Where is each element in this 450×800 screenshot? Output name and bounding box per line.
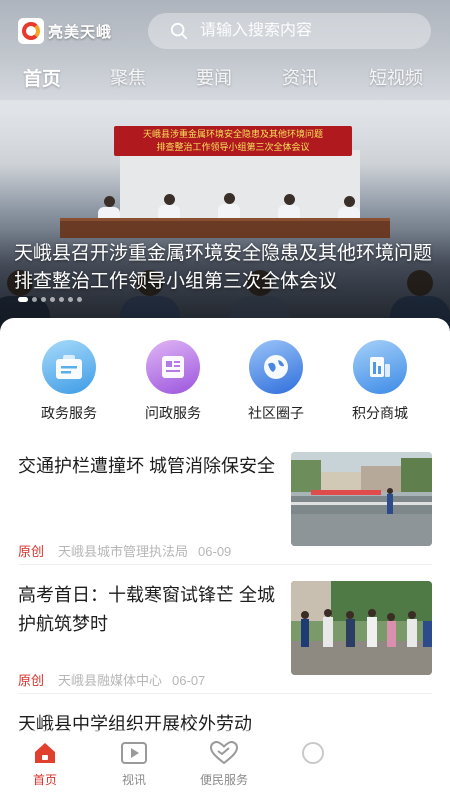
- news-item[interactable]: 交通护栏遭撞坏 城管消除保安全 原创 天峨县城市管理执法局 06-09: [18, 452, 432, 562]
- service-grid: 政务服务 问政服务 社区圈子 积分商城: [0, 340, 450, 423]
- service-label: 问政服务: [145, 405, 201, 421]
- original-tag: 原创: [18, 544, 45, 559]
- original-tag: 原创: [18, 673, 45, 688]
- logo-icon: [18, 18, 44, 44]
- meeting-banner-line2: 排查整治工作领导小组第三次全体会议: [156, 142, 310, 152]
- convenience-heart-icon: [209, 740, 239, 765]
- nav-label: 便民服务: [199, 773, 248, 787]
- news-title: 交通护栏遭撞坏 城管消除保安全: [18, 456, 275, 476]
- nav-video[interactable]: 视讯: [89, 738, 179, 788]
- nav-home[interactable]: 首页: [0, 738, 90, 788]
- service-inquiry[interactable]: 问政服务: [123, 340, 223, 423]
- news-date: 06-07: [172, 673, 206, 688]
- carousel-dot[interactable]: [77, 297, 82, 302]
- news-source: 天峨县城市管理执法局: [58, 544, 189, 559]
- inquiry-service-icon: [146, 340, 200, 394]
- news-thumbnail: [291, 581, 432, 675]
- points-mall-icon: [353, 340, 407, 394]
- more-icon: [302, 742, 324, 764]
- news-source: 天峨县融媒体中心: [58, 673, 163, 688]
- tab-news[interactable]: 资讯: [282, 64, 318, 90]
- service-label: 社区圈子: [248, 405, 304, 421]
- service-points-mall[interactable]: 积分商城: [330, 340, 430, 423]
- home-icon: [35, 743, 55, 763]
- video-icon: [121, 742, 147, 764]
- carousel-dot[interactable]: [32, 297, 37, 302]
- hero-headline[interactable]: 天峨县召开涉重金属环境安全隐患及其他环境问题排查整治工作领导小组第三次全体会议: [14, 240, 434, 296]
- search-input[interactable]: [200, 22, 420, 40]
- nav-more[interactable]: [268, 738, 358, 771]
- search-icon: [170, 22, 188, 40]
- app-logo[interactable]: 亮美天峨: [18, 18, 123, 44]
- attendee-figure: [278, 194, 300, 220]
- search-bar[interactable]: [148, 13, 431, 49]
- attendee-figure: [158, 194, 180, 220]
- tab-headlines[interactable]: 要闻: [196, 64, 232, 90]
- government-service-icon: [42, 340, 96, 394]
- tab-focus[interactable]: 聚焦: [110, 64, 146, 90]
- service-label: 政务服务: [41, 405, 97, 421]
- carousel-dot[interactable]: [50, 297, 55, 302]
- attendee-figure: [218, 193, 240, 219]
- news-date: 06-09: [198, 544, 232, 559]
- service-community[interactable]: 社区圈子: [226, 340, 326, 423]
- nav-label: 首页: [32, 773, 57, 787]
- tab-short-video[interactable]: 短视频: [369, 64, 423, 90]
- logo-text: 亮美天峨: [48, 23, 113, 41]
- bottom-navigation: 首页 视讯 便民服务: [0, 730, 450, 800]
- carousel-dot[interactable]: [41, 297, 46, 302]
- meeting-banner: 天峨县涉重金属环境安全隐患及其他环境问题 排查整治工作领导小组第三次全体会议: [114, 126, 352, 156]
- community-globe-icon: [249, 340, 303, 394]
- carousel-dot[interactable]: [68, 297, 73, 302]
- news-meta: 原创 天峨县融媒体中心 06-07: [18, 670, 205, 689]
- nav-convenience[interactable]: 便民服务: [179, 738, 269, 788]
- top-tabs: 首页 聚焦 要闻 资讯 短视频: [0, 64, 450, 94]
- news-title: 高考首日：十载寒窗试锋芒 全城护航筑梦时: [18, 585, 275, 634]
- carousel-dot-active[interactable]: [18, 297, 28, 302]
- tab-home[interactable]: 首页: [23, 64, 61, 91]
- news-divider: [18, 693, 432, 694]
- service-label: 积分商城: [352, 405, 408, 421]
- service-government[interactable]: 政务服务: [19, 340, 119, 423]
- news-divider: [18, 564, 432, 565]
- nav-label: 视讯: [121, 773, 146, 787]
- news-meta: 原创 天峨县城市管理执法局 06-09: [18, 541, 231, 560]
- news-item[interactable]: 高考首日：十载寒窗试锋芒 全城护航筑梦时 原创 天峨县融媒体中心 06-07: [18, 581, 432, 691]
- carousel-dot[interactable]: [59, 297, 64, 302]
- carousel-indicator: [18, 297, 86, 302]
- news-thumbnail: [291, 452, 432, 546]
- meeting-banner-line1: 天峨县涉重金属环境安全隐患及其他环境问题: [142, 129, 323, 139]
